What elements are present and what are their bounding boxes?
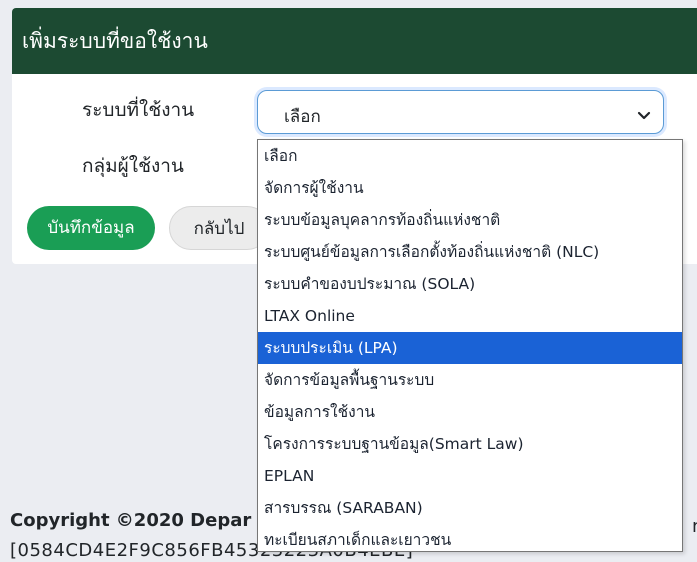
option-ltax[interactable]: LTAX Online bbox=[258, 300, 682, 332]
system-select-value: เลือก bbox=[284, 107, 321, 127]
system-select-dropdown: เลือก จัดการผู้ใช้งาน ระบบข้อมูลบุคลากรท… bbox=[257, 139, 683, 552]
option-lpa[interactable]: ระบบประเมิน (LPA) bbox=[258, 332, 682, 364]
option-youth-council[interactable]: ทะเบียนสภาเด็กและเยาวชน bbox=[258, 524, 682, 556]
chevron-down-icon bbox=[637, 106, 651, 125]
footer-copyright: Copyright ©2020 Depar bbox=[10, 510, 252, 531]
system-label: ระบบที่ใช้งาน bbox=[82, 99, 195, 121]
back-button[interactable]: กลับไป bbox=[169, 206, 269, 250]
card-title: เพิ่มระบบที่ขอใช้งาน bbox=[22, 29, 208, 53]
option-sola[interactable]: ระบบคำของบประมาณ (SOLA) bbox=[258, 268, 682, 300]
system-select[interactable]: เลือก bbox=[257, 90, 664, 134]
user-group-label: กลุ่มผู้ใช้งาน bbox=[82, 155, 184, 177]
save-button[interactable]: บันทึกข้อมูล bbox=[27, 206, 155, 250]
option-nlc[interactable]: ระบบศูนย์ข้อมูลการเลือกตั้งท้องถิ่นแห่งช… bbox=[258, 236, 682, 268]
option-saraban[interactable]: สารบรรณ (SARABAN) bbox=[258, 492, 682, 524]
footer-trailing-text: n bbox=[692, 516, 697, 537]
card-header: เพิ่มระบบที่ขอใช้งาน bbox=[12, 8, 697, 74]
option-smart-law[interactable]: โครงการระบบฐานข้อมูล(Smart Law) bbox=[258, 428, 682, 460]
option-user-management[interactable]: จัดการผู้ใช้งาน bbox=[258, 172, 682, 204]
option-base-data[interactable]: จัดการข้อมูลพื้นฐานระบบ bbox=[258, 364, 682, 396]
option-choose[interactable]: เลือก bbox=[258, 140, 682, 172]
option-local-personnel[interactable]: ระบบข้อมูลบุคลากรท้องถิ่นแห่งชาติ bbox=[258, 204, 682, 236]
option-eplan[interactable]: EPLAN bbox=[258, 460, 682, 492]
option-usage-data[interactable]: ข้อมูลการใช้งาน bbox=[258, 396, 682, 428]
